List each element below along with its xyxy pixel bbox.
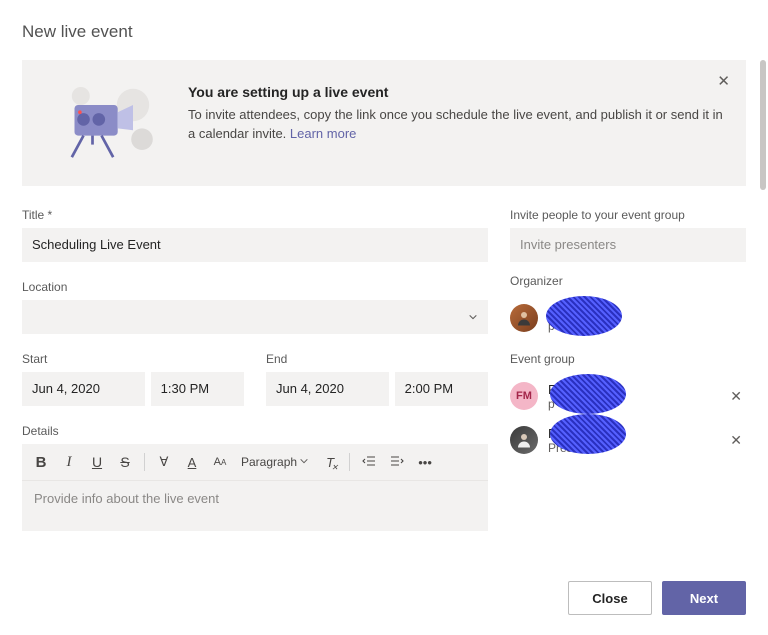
italic-button[interactable]: I	[56, 448, 82, 476]
form-area: Title * Location Start	[22, 208, 746, 549]
form-left-column: Title * Location Start	[22, 208, 488, 549]
info-banner: You are setting up a live event To invit…	[22, 60, 746, 186]
title-label: Title *	[22, 208, 488, 222]
event-group-member-row: Faar Presenter ✕	[510, 418, 746, 462]
scrollbar-thumb[interactable]	[760, 60, 766, 190]
remove-member-button[interactable]: ✕	[726, 428, 746, 453]
avatar: FM	[510, 382, 538, 410]
member-name: Fahar	[548, 382, 726, 397]
member-role-select[interactable]: Presenter	[548, 441, 726, 455]
dialog-footer: Close Next	[0, 571, 768, 625]
chevron-down-icon	[604, 441, 614, 455]
start-label: Start	[22, 352, 244, 366]
font-size-icon: A	[214, 456, 221, 468]
indent-icon	[390, 454, 404, 471]
start-date-input[interactable]	[22, 372, 145, 406]
banner-description: To invite attendees, copy the link once …	[188, 106, 728, 144]
rte-toolbar: B I U S ∀ A AA	[22, 444, 488, 481]
member-role: p	[548, 397, 726, 411]
next-button[interactable]: Next	[662, 581, 746, 615]
close-icon: ✕	[717, 73, 730, 90]
location-select[interactable]	[22, 300, 488, 334]
learn-more-link[interactable]: Learn more	[290, 126, 356, 141]
banner-desc-text: To invite attendees, copy the link once …	[188, 107, 723, 141]
banner-title: You are setting up a live event	[188, 84, 728, 100]
dialog-title: New live event	[22, 22, 746, 42]
chevron-down-icon	[468, 310, 478, 325]
end-label: End	[266, 352, 488, 366]
start-time-input[interactable]	[151, 372, 244, 406]
font-size-button[interactable]: AA	[207, 448, 233, 476]
end-time-input[interactable]	[395, 372, 488, 406]
close-icon: ✕	[730, 388, 742, 404]
camera-illustration-icon	[36, 78, 176, 168]
end-date-input[interactable]	[266, 372, 389, 406]
avatar	[510, 426, 538, 454]
font-color-button[interactable]: A	[179, 448, 205, 476]
member-name: Faar	[548, 426, 726, 441]
paragraph-label: Paragraph	[241, 455, 297, 469]
event-group-label: Event group	[510, 352, 746, 366]
title-input[interactable]	[22, 228, 488, 262]
details-label: Details	[22, 424, 488, 438]
organizer-name: A	[548, 304, 746, 319]
more-options-button[interactable]: •••	[412, 448, 438, 476]
details-editor: B I U S ∀ A AA	[22, 444, 488, 531]
highlight-button[interactable]: ∀	[151, 448, 177, 476]
outdent-icon	[362, 454, 376, 471]
indent-button[interactable]	[384, 448, 410, 476]
organizer-role: p	[548, 319, 746, 333]
location-label: Location	[22, 280, 488, 294]
font-color-icon: A	[188, 455, 197, 470]
bold-button[interactable]: B	[28, 448, 54, 476]
close-button[interactable]: Close	[568, 581, 652, 615]
clear-format-icon: T✕	[326, 455, 334, 470]
outdent-button[interactable]	[356, 448, 382, 476]
strikethrough-button[interactable]: S	[112, 448, 138, 476]
avatar	[510, 304, 538, 332]
banner-close-button[interactable]: ✕	[713, 70, 734, 93]
highlight-icon: ∀	[160, 454, 169, 470]
remove-member-button[interactable]: ✕	[726, 384, 746, 409]
form-right-column: Invite people to your event group Organi…	[510, 208, 746, 549]
underline-button[interactable]: U	[84, 448, 110, 476]
paragraph-style-select[interactable]: Paragraph	[235, 448, 315, 476]
new-live-event-dialog: New live event You are setting up a live…	[0, 0, 768, 635]
event-group-member-row: FM Fahar p ✕	[510, 374, 746, 418]
invite-presenters-input[interactable]	[510, 228, 746, 262]
clear-formatting-button[interactable]: T✕	[317, 448, 343, 476]
invite-label: Invite people to your event group	[510, 208, 746, 222]
chevron-down-icon	[299, 455, 309, 469]
ellipsis-icon: •••	[418, 455, 432, 470]
separator	[144, 453, 145, 471]
organizer-row: A p	[510, 296, 746, 340]
avatar-initials: FM	[516, 390, 532, 402]
separator	[349, 453, 350, 471]
organizer-label: Organizer	[510, 274, 746, 288]
close-icon: ✕	[730, 432, 742, 448]
details-textarea[interactable]: Provide info about the live event	[22, 481, 488, 531]
